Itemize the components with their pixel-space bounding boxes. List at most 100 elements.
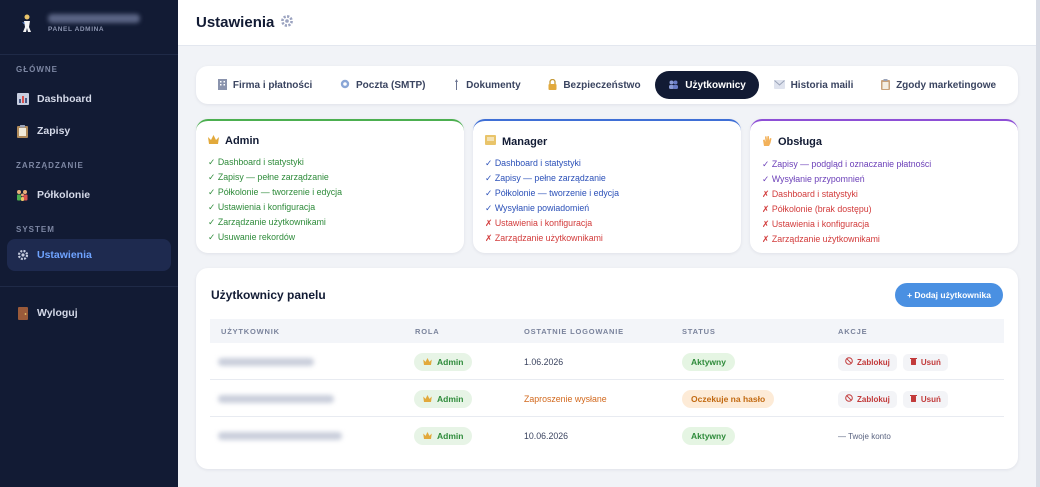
table-row: Admin 10.06.2026 Aktywny — Twoje konto: [210, 418, 1004, 454]
tab-label: Użytkownicy: [685, 79, 746, 91]
brand-name-redacted: [48, 13, 140, 23]
role-cell: Admin: [414, 344, 473, 380]
permission-line: ✓ Zapisy — podgląd i oznaczanie płatnośc…: [762, 159, 932, 169]
role-cell: Admin: [414, 418, 473, 454]
tab-poczta[interactable]: Poczta (SMTP): [327, 71, 438, 99]
block-icon: [845, 357, 853, 367]
door-icon: [16, 306, 29, 320]
sidebar-section-glowne: GŁÓWNE: [16, 65, 58, 74]
tab-label: Bezpieczeństwo: [563, 79, 641, 91]
sidebar-item-dashboard[interactable]: Dashboard: [7, 83, 171, 115]
permission-text: Zarządzanie użytkownikami: [771, 234, 880, 244]
tab-bezpieczenstwo[interactable]: Bezpieczeństwo: [535, 71, 653, 99]
permission-line: ✓ Usuwanie rekordów: [208, 232, 296, 242]
column-header: OSTATNIE LOGOWANIE: [524, 326, 624, 336]
last-login: 10.06.2026: [524, 431, 569, 441]
status-cell: Aktywny: [682, 344, 735, 380]
tab-label: Historia maili: [790, 79, 854, 91]
permission-text: Ustawienia i konfiguracja: [494, 218, 593, 228]
wave-hand-icon: [762, 135, 772, 149]
status-cell: Aktywny: [682, 418, 735, 454]
block-user-button[interactable]: Zablokuj: [838, 353, 897, 371]
role-badge: Admin: [414, 353, 473, 371]
role-badge-label: Admin: [437, 431, 464, 441]
block-user-label: Zablokuj: [857, 394, 890, 404]
table-row: Admin Zaproszenie wysłane Oczekuje na ha…: [210, 381, 1004, 417]
permission-text: Dashboard i statystyki: [771, 189, 858, 199]
table-row: Admin 1.06.2026 Aktywny Zablokuj Usuń: [210, 344, 1004, 380]
add-user-button[interactable]: + Dodaj użytkownika: [895, 283, 1003, 307]
status-cell: Oczekuje na hasło: [682, 381, 775, 417]
permission-text: Dashboard i statystyki: [217, 157, 304, 167]
permission-text: Zarządzanie użytkownikami: [494, 233, 603, 243]
tab-zgody-marketingowe[interactable]: Zgody marketingowe: [868, 71, 1009, 99]
tab-label: Poczta (SMTP): [356, 79, 426, 91]
sidebar-item-zapisy[interactable]: Zapisy: [7, 115, 171, 147]
tab-dokumenty[interactable]: Dokumenty: [440, 71, 533, 99]
users-panel: Użytkownicy panelu + Dodaj użytkownika U…: [196, 268, 1018, 469]
permission-text: Półkolonie (brak dostępu): [771, 204, 872, 214]
last-login: Zaproszenie wysłane: [524, 394, 607, 404]
crown-icon: [423, 394, 432, 404]
sidebar-item-ustawienia[interactable]: Ustawienia: [7, 239, 171, 271]
sidebar-item-label: Ustawienia: [37, 249, 92, 261]
permission-line: ✗ Ustawienia i konfiguracja: [485, 218, 593, 228]
delete-user-button[interactable]: Usuń: [902, 353, 948, 371]
tab-uzytkownicy[interactable]: Użytkownicy: [655, 71, 759, 99]
settings-tabs: Firma i płatności Poczta (SMTP) Dokument…: [196, 66, 1018, 104]
role-card-title: Obsługa: [762, 135, 1006, 149]
permission-text: Zapisy — podgląd i oznaczanie płatności: [771, 159, 932, 169]
sidebar-item-label: Półkolonie: [37, 189, 91, 201]
role-name: Manager: [502, 135, 548, 148]
table-header: UŻYTKOWNIK ROLA OSTATNIE LOGOWANIE STATU…: [210, 319, 1004, 343]
sidebar-section-zarzadzanie: ZARZĄDZANIE: [16, 161, 84, 170]
permission-line: ✓ Zarządzanie użytkownikami: [208, 217, 326, 227]
role-badge-label: Admin: [437, 357, 464, 367]
actions-cell: Zablokuj Usuń: [838, 381, 954, 417]
permission-line: ✓ Ustawienia i konfiguracja: [208, 202, 316, 212]
folder-icon: [485, 135, 496, 148]
page-title: Ustawienia: [196, 14, 275, 31]
tab-firma[interactable]: Firma i płatności: [205, 71, 325, 99]
status-badge: Oczekuje na hasło: [682, 390, 775, 408]
last-login: 1.06.2026: [524, 357, 564, 367]
role-badge: Admin: [414, 390, 473, 408]
crown-icon: [208, 135, 219, 147]
lock-icon: [548, 78, 557, 92]
trash-icon: [909, 394, 917, 404]
permission-text: Półkolonie — tworzenie i edycja: [217, 187, 343, 197]
column-header: STATUS: [682, 326, 716, 336]
crown-icon: [423, 431, 432, 441]
delete-user-button[interactable]: Usuń: [902, 390, 948, 408]
permission-text: Wysyłanie powiadomień: [494, 203, 590, 213]
sidebar-section-system: SYSTEM: [16, 225, 55, 234]
document-icon: [453, 78, 460, 92]
sidebar-item-label: Dashboard: [37, 93, 92, 105]
clipboard-icon: [16, 124, 29, 138]
block-user-button[interactable]: Zablokuj: [838, 390, 897, 408]
permission-line: ✓ Półkolonie — tworzenie i edycja: [208, 187, 343, 197]
column-header: AKCJE: [838, 326, 868, 336]
role-card-admin: Admin ✓ Dashboard i statystyki ✓ Zapisy …: [196, 119, 464, 253]
permission-line: ✓ Zapisy — pełne zarządzanie: [208, 172, 329, 182]
delete-user-label: Usuń: [920, 394, 941, 404]
logout-label: Wyloguj: [37, 307, 78, 319]
tab-historia-maili[interactable]: Historia maili: [761, 71, 867, 99]
tab-label: Dokumenty: [466, 79, 521, 91]
gear-icon: [16, 249, 29, 262]
permission-line: ✓ Półkolonie — tworzenie i edycja: [485, 188, 620, 198]
logout-button[interactable]: Wyloguj: [7, 297, 171, 329]
permission-line: ✗ Zarządzanie użytkownikami: [485, 233, 603, 243]
family-icon: [16, 189, 29, 202]
actions-cell: — Twoje konto: [838, 418, 891, 454]
permission-text: Zapisy — pełne zarządzanie: [494, 173, 606, 183]
permission-text: Dashboard i statystyki: [494, 158, 581, 168]
own-account-note: — Twoje konto: [838, 431, 891, 441]
sidebar-item-polkolonie[interactable]: Półkolonie: [7, 179, 171, 211]
permission-text: Ustawienia i konfiguracja: [771, 219, 870, 229]
column-header: ROLA: [415, 326, 440, 336]
consent-icon: [881, 78, 891, 92]
permission-line: ✓ Dashboard i statystyki: [208, 157, 304, 167]
history-icon: [773, 79, 785, 91]
role-card-manager: Manager ✓ Dashboard i statystyki ✓ Zapis…: [473, 119, 741, 253]
